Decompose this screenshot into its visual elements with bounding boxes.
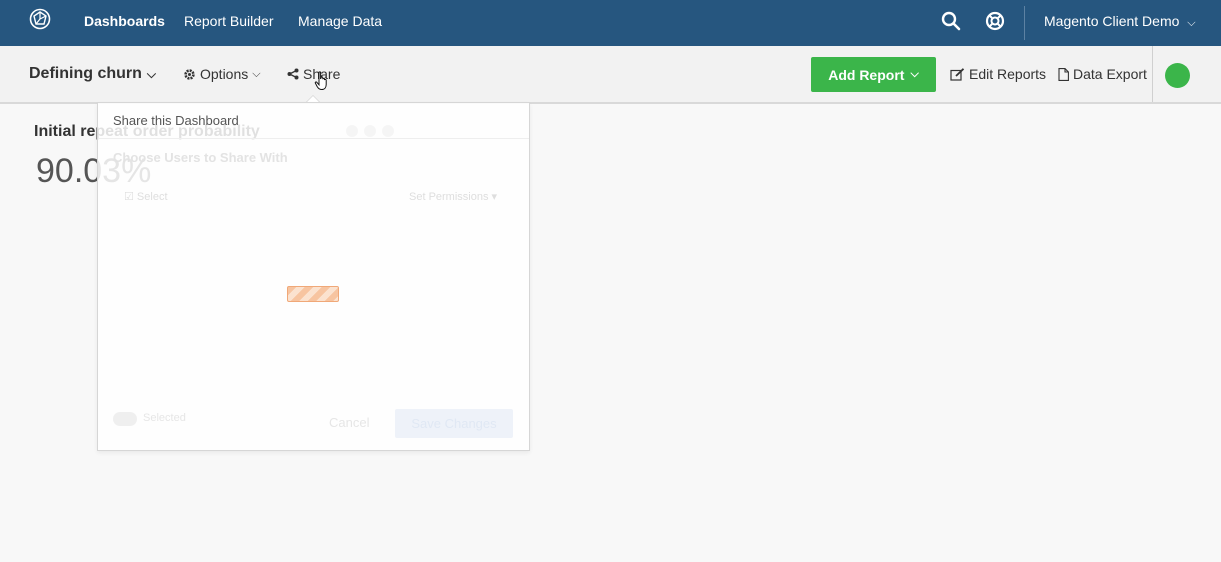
save-changes-button[interactable]: Save Changes (395, 409, 513, 438)
nav-item-report-builder[interactable]: Report Builder (184, 0, 274, 46)
chevron-down-icon: ⌵ (252, 67, 261, 80)
search-icon[interactable] (941, 11, 961, 31)
share-popover-title: Share this Dashboard (113, 113, 239, 128)
share-popover-subtitle: Choose Users to Share With (113, 150, 288, 165)
edit-icon (950, 67, 965, 81)
document-icon (1058, 67, 1069, 81)
select-label: Select (136, 191, 168, 203)
options-dropdown[interactable]: Options ⌵ (183, 66, 261, 82)
add-report-label: Add Report (828, 66, 905, 83)
status-indicator[interactable] (1165, 63, 1190, 88)
selected-label: Selected (143, 412, 186, 424)
client-switcher[interactable]: Magento Client Demo ⌵ (1044, 0, 1196, 46)
gear-icon (184, 68, 195, 80)
selected-toggle[interactable] (113, 412, 137, 426)
set-permissions-dropdown[interactable]: Set Permissions ▾ (409, 190, 497, 203)
options-label: Options (200, 66, 249, 82)
top-nav: Dashboards Report Builder Manage Data Ma… (0, 0, 1221, 46)
data-export-button[interactable]: Data Export (1058, 66, 1147, 82)
chevron-down-icon: ⌵ (146, 67, 156, 81)
chevron-down-icon: ⌵ (1187, 17, 1196, 29)
nav-divider (1024, 6, 1025, 40)
select-users-checkbox[interactable]: ☑ Select (124, 190, 168, 203)
share-popover: Share this Dashboard Choose Users to Sha… (97, 102, 530, 451)
loading-indicator (287, 286, 339, 302)
popover-divider (98, 138, 529, 139)
nav-item-manage-data[interactable]: Manage Data (298, 0, 382, 46)
client-name: Magento Client Demo (1044, 13, 1180, 29)
toolbar-divider (1152, 46, 1153, 102)
hand-cursor-icon (314, 71, 327, 91)
nav-item-dashboards[interactable]: Dashboards (84, 0, 165, 46)
edit-reports-label: Edit Reports (969, 66, 1047, 82)
app-logo-icon[interactable] (29, 8, 51, 30)
cancel-button[interactable]: Cancel (329, 415, 369, 430)
dashboard-title-dropdown[interactable]: Defining churn ⌵ (29, 65, 156, 83)
edit-reports-button[interactable]: Edit Reports (950, 66, 1046, 82)
share-icon (287, 68, 299, 80)
dashboard-title: Defining churn (29, 65, 142, 82)
dashboard-toolbar: Defining churn ⌵ Options ⌵ Share Add Repo… (0, 46, 1221, 104)
help-lifebuoy-icon[interactable] (985, 11, 1005, 31)
data-export-label: Data Export (1073, 66, 1147, 82)
chevron-down-icon: ⌵ (910, 68, 919, 80)
add-report-button[interactable]: Add Report ⌵ (811, 57, 936, 92)
permissions-label: Set Permissions (409, 191, 489, 203)
